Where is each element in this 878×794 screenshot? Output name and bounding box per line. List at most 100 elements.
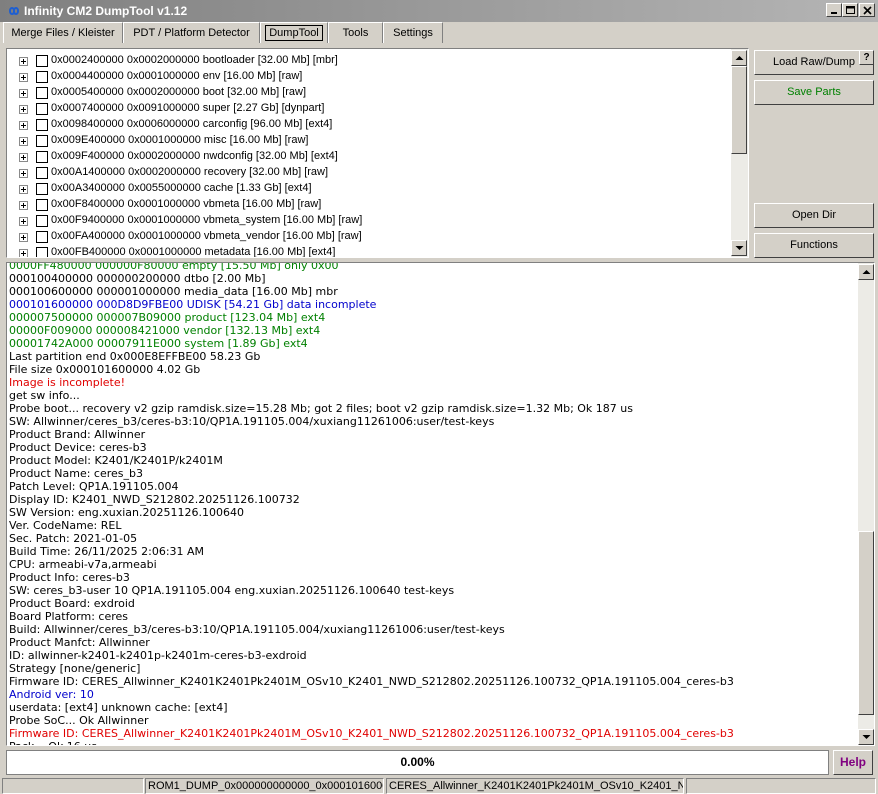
tab-label: DumpTool	[265, 25, 323, 41]
log-line: Product Model: K2401/K2401P/k2401M	[9, 454, 223, 467]
partition-checkbox[interactable]	[36, 71, 48, 83]
scroll-up-button[interactable]	[731, 50, 747, 66]
log-line: Patch Level: QP1A.191105.004	[9, 480, 179, 493]
log-line: Product Device: ceres-b3	[9, 441, 147, 454]
partition-checkbox[interactable]	[36, 247, 48, 257]
log-line: SW: ceres_b3-user 10 QP1A.191105.004 eng…	[9, 584, 455, 597]
log-scroll-up-button[interactable]	[858, 264, 874, 280]
expand-plus-icon[interactable]	[19, 57, 28, 66]
partition-row[interactable]: 0x00A3400000 0x0055000000 cache [1.33 Gb…	[7, 181, 727, 197]
log-line: SW Version: eng.xuxian.20251126.100640	[9, 506, 244, 519]
partition-checkbox[interactable]	[36, 215, 48, 227]
tab-dumptool[interactable]: DumpTool	[260, 22, 328, 43]
partition-checkbox[interactable]	[36, 103, 48, 115]
partition-label: 0x009E400000 0x0001000000 misc [16.00 Mb…	[51, 134, 309, 146]
expand-plus-icon[interactable]	[19, 201, 28, 210]
log-line: 0000FF480000 000000F80000 empty [15.50 M…	[9, 262, 339, 272]
open-dir-button[interactable]: Open Dir	[754, 203, 874, 228]
status-panel-2: ROM1_DUMP_0x000000000000_0x000101600000	[145, 778, 384, 794]
log-line: Display ID: K2401_NWD_S212802.20251126.1…	[9, 493, 300, 506]
partition-row[interactable]: 0x0098400000 0x0006000000 carconfig [96.…	[7, 117, 727, 133]
expand-plus-icon[interactable]	[19, 233, 28, 242]
partition-checkbox[interactable]	[36, 151, 48, 163]
partition-row[interactable]: 0x00FB400000 0x0001000000 metadata [16.0…	[7, 245, 727, 258]
log-scrollbar[interactable]	[858, 263, 874, 745]
partition-label: 0x00F8400000 0x0001000000 vbmeta [16.00 …	[51, 198, 322, 210]
partition-checkbox[interactable]	[36, 167, 48, 179]
partition-checkbox[interactable]	[36, 231, 48, 243]
tab-settings[interactable]: Settings	[383, 22, 443, 43]
tab-label: Merge Files / Kleister	[11, 27, 115, 39]
partition-row[interactable]: 0x00A1400000 0x0002000000 recovery [32.0…	[7, 165, 727, 181]
expand-plus-icon[interactable]	[19, 217, 28, 226]
button-label: Save Parts	[787, 86, 841, 98]
expand-plus-icon[interactable]	[19, 137, 28, 146]
tab-label: Settings	[393, 27, 433, 39]
log-scroll-thumb[interactable]	[858, 531, 874, 715]
log-output[interactable]: 0000FF480000 000000F80000 empty [15.50 M…	[6, 262, 875, 746]
log-line: Firmware ID: CERES_Allwinner_K2401K2401P…	[9, 727, 734, 740]
maximize-icon	[846, 6, 855, 14]
partition-label: 0x00A1400000 0x0002000000 recovery [32.0…	[51, 166, 329, 178]
partition-list-scrollbar[interactable]	[731, 49, 748, 257]
tab-pdt[interactable]: PDT / Platform Detector	[123, 22, 260, 43]
partition-row[interactable]: 0x009E400000 0x0001000000 misc [16.00 Mb…	[7, 133, 727, 149]
arrow-up-icon	[735, 56, 744, 60]
scroll-thumb[interactable]	[731, 66, 747, 154]
expand-plus-icon[interactable]	[19, 185, 28, 194]
partition-row[interactable]: 0x00F9400000 0x0001000000 vbmeta_system …	[7, 213, 727, 229]
tab-tools[interactable]: Tools	[328, 22, 383, 43]
partition-checkbox[interactable]	[36, 55, 48, 67]
expand-plus-icon[interactable]	[19, 105, 28, 114]
partition-row[interactable]: 0x0004400000 0x0001000000 env [16.00 Mb]…	[7, 69, 727, 85]
log-line: userdata: [ext4] unknown cache: [ext4]	[9, 701, 228, 714]
status-panel-4	[686, 778, 876, 794]
partition-checkbox[interactable]	[36, 135, 48, 147]
close-button[interactable]	[859, 3, 875, 17]
load-raw-dump-button[interactable]: Load Raw/Dump	[754, 50, 874, 75]
partition-checkbox[interactable]	[36, 199, 48, 211]
log-line: 000100600000 000001000000 media_data [16…	[9, 285, 338, 298]
partition-row[interactable]: 0x0005400000 0x0002000000 boot [32.00 Mb…	[7, 85, 727, 101]
partition-label: 0x00FB400000 0x0001000000 metadata [16.0…	[51, 246, 336, 258]
scroll-down-button[interactable]	[731, 240, 747, 256]
expand-plus-icon[interactable]	[19, 121, 28, 130]
expand-plus-icon[interactable]	[19, 249, 28, 257]
expand-plus-icon[interactable]	[19, 153, 28, 162]
partition-checkbox[interactable]	[36, 119, 48, 131]
maximize-button[interactable]	[842, 3, 858, 17]
partition-row[interactable]: 0x0007400000 0x0091000000 super [2.27 Gb…	[7, 101, 727, 117]
partition-row[interactable]: 0x00F8400000 0x0001000000 vbmeta [16.00 …	[7, 197, 727, 213]
log-line: ID: allwinner-k2401-k2401p-k2401m-ceres-…	[9, 649, 307, 662]
partition-row[interactable]: 0x0002400000 0x0002000000 bootloader [32…	[7, 53, 727, 69]
save-parts-button[interactable]: Save Parts	[754, 80, 874, 105]
title-bar[interactable]: Infinity CM2 DumpTool v1.12	[0, 0, 878, 22]
partition-checkbox[interactable]	[36, 87, 48, 99]
expand-plus-icon[interactable]	[19, 89, 28, 98]
log-line: Product Name: ceres_b3	[9, 467, 143, 480]
partition-label: 0x00A3400000 0x0055000000 cache [1.33 Gb…	[51, 182, 312, 194]
expand-plus-icon[interactable]	[19, 169, 28, 178]
log-line: 000007500000 000007B09000 product [123.0…	[9, 311, 326, 324]
tab-merge-files[interactable]: Merge Files / Kleister	[3, 22, 123, 43]
expand-plus-icon[interactable]	[19, 73, 28, 82]
window-title: Infinity CM2 DumpTool v1.12	[24, 4, 188, 18]
help-question-button[interactable]: ?	[859, 50, 874, 65]
log-line: Probe boot... recovery v2 gzip ramdisk.s…	[9, 402, 633, 415]
button-label: Functions	[790, 239, 838, 251]
log-line: 00001742A000 00007911E000 system [1.89 G…	[9, 337, 308, 350]
arrow-down-icon	[735, 246, 744, 250]
partition-checkbox[interactable]	[36, 183, 48, 195]
tab-label: PDT / Platform Detector	[133, 27, 250, 39]
log-scroll-down-button[interactable]	[858, 729, 874, 745]
log-line: Sec. Patch: 2021-01-05	[9, 532, 138, 545]
partition-row[interactable]: 0x00FA400000 0x0001000000 vbmeta_vendor …	[7, 229, 727, 245]
log-line: File size 0x000101600000 4.02 Gb	[9, 363, 201, 376]
functions-button[interactable]: Functions	[754, 233, 874, 258]
arrow-down-icon	[862, 735, 871, 739]
minimize-button[interactable]	[826, 3, 842, 17]
progress-label: 0.00%	[400, 755, 435, 769]
help-button[interactable]: Help	[833, 750, 873, 775]
log-line: Android ver: 10	[9, 688, 94, 701]
partition-row[interactable]: 0x009F400000 0x0002000000 nwdconfig [32.…	[7, 149, 727, 165]
